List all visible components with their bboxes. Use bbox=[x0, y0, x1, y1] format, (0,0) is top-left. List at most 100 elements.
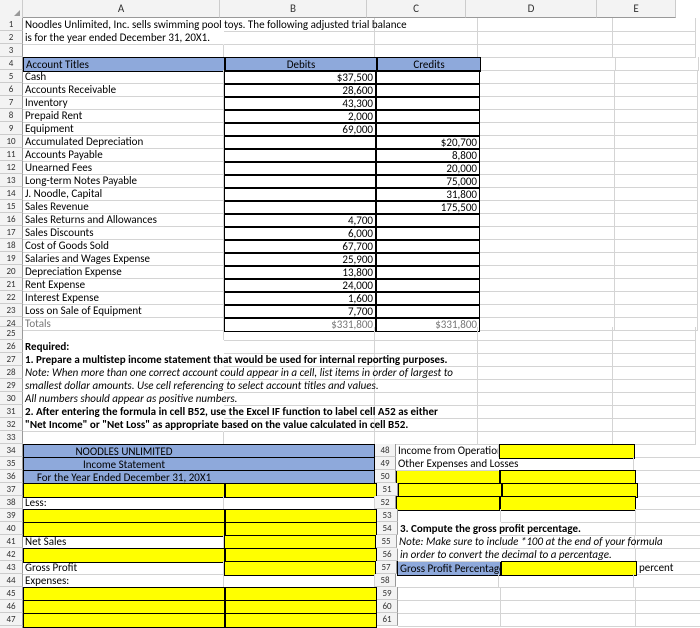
row-header[interactable]: 27 bbox=[0, 353, 23, 366]
row-header[interactable]: 48 bbox=[375, 444, 396, 457]
cell[interactable] bbox=[615, 291, 698, 305]
right-value[interactable] bbox=[499, 574, 634, 588]
cell[interactable] bbox=[478, 18, 613, 32]
row-header[interactable]: 30 bbox=[0, 392, 23, 405]
cell[interactable] bbox=[613, 44, 696, 58]
row-header[interactable]: 1 bbox=[0, 18, 23, 31]
tb-account[interactable]: Accounts Receivable bbox=[23, 83, 224, 97]
cell[interactable] bbox=[478, 44, 613, 58]
tb-account[interactable]: J. Noodle, Capital bbox=[23, 187, 224, 201]
row-header[interactable]: 53 bbox=[377, 509, 398, 522]
row-header[interactable]: 50 bbox=[375, 470, 396, 483]
income-from-operations-label[interactable]: Income from Operations bbox=[396, 444, 499, 458]
right-cell[interactable] bbox=[636, 613, 700, 627]
right-cell[interactable] bbox=[636, 522, 700, 536]
row-header[interactable]: 12 bbox=[0, 161, 23, 174]
cell[interactable] bbox=[480, 70, 615, 84]
row-header[interactable]: 14 bbox=[0, 187, 23, 200]
row-header[interactable]: 16 bbox=[0, 213, 23, 226]
row-header[interactable]: 29 bbox=[0, 379, 23, 392]
cell[interactable] bbox=[480, 200, 615, 214]
cell[interactable] bbox=[478, 366, 613, 380]
cell[interactable] bbox=[23, 44, 224, 58]
cell[interactable] bbox=[224, 392, 375, 406]
col-header-E[interactable]: E bbox=[597, 0, 676, 18]
cell[interactable] bbox=[23, 431, 224, 445]
row-header[interactable]: 15 bbox=[0, 200, 23, 213]
cell[interactable] bbox=[224, 340, 375, 354]
cell[interactable] bbox=[375, 379, 478, 393]
tb-account[interactable]: Sales Returns and Allowances bbox=[23, 213, 224, 227]
net-sales-label[interactable]: Net Sales bbox=[23, 535, 224, 549]
row-header[interactable]: 20 bbox=[0, 265, 23, 278]
row-header[interactable]: 17 bbox=[0, 226, 23, 239]
cell[interactable] bbox=[478, 392, 613, 406]
cell[interactable] bbox=[480, 122, 615, 136]
cell[interactable] bbox=[224, 44, 375, 58]
tb-account[interactable]: Cost of Goods Sold bbox=[23, 239, 224, 253]
q3-heading[interactable]: 3. Compute the gross profit percentage. bbox=[398, 522, 501, 536]
tb-account[interactable]: Interest Expense bbox=[23, 291, 224, 305]
right-cell[interactable] bbox=[634, 574, 700, 588]
tb-account[interactable]: Depreciation Expense bbox=[23, 265, 224, 279]
row-header[interactable]: 21 bbox=[0, 278, 23, 291]
cell[interactable] bbox=[615, 226, 698, 240]
cell[interactable] bbox=[375, 340, 478, 354]
cell[interactable] bbox=[224, 431, 375, 445]
tb-account[interactable]: Prepaid Rent bbox=[23, 109, 224, 123]
select-all-corner[interactable] bbox=[0, 0, 23, 19]
row-header[interactable]: 52 bbox=[375, 496, 396, 509]
cell[interactable] bbox=[480, 148, 615, 162]
row-header[interactable]: 11 bbox=[0, 148, 23, 161]
tb-account[interactable]: Equipment bbox=[23, 122, 224, 136]
row-header[interactable]: 25 bbox=[0, 327, 23, 340]
gross-profit-label[interactable]: Gross Profit bbox=[23, 561, 224, 575]
cell[interactable] bbox=[615, 96, 698, 110]
cell[interactable] bbox=[224, 31, 375, 45]
cell[interactable] bbox=[480, 187, 615, 201]
cell[interactable] bbox=[480, 96, 615, 110]
cell[interactable] bbox=[480, 109, 615, 123]
row-header[interactable]: 35 bbox=[0, 457, 23, 470]
row-header[interactable]: 32 bbox=[0, 418, 23, 431]
cell[interactable] bbox=[615, 187, 698, 201]
cell[interactable] bbox=[375, 31, 478, 45]
cell[interactable] bbox=[613, 340, 696, 354]
row-header[interactable]: 19 bbox=[0, 252, 23, 265]
cell[interactable] bbox=[615, 278, 698, 292]
right-value[interactable] bbox=[499, 457, 634, 471]
cell[interactable] bbox=[478, 418, 613, 432]
row-header[interactable]: 26 bbox=[0, 340, 23, 353]
cell[interactable] bbox=[480, 135, 615, 149]
right-cell[interactable] bbox=[636, 509, 700, 523]
col-header-A[interactable]: A bbox=[23, 0, 220, 18]
cell[interactable] bbox=[615, 70, 698, 84]
tb-account[interactable]: Unearned Fees bbox=[23, 161, 224, 175]
row-header[interactable]: 54 bbox=[377, 522, 398, 535]
row-header[interactable]: 58 bbox=[375, 574, 396, 587]
cell[interactable] bbox=[615, 122, 698, 136]
row-header[interactable]: 31 bbox=[0, 405, 23, 418]
row-header[interactable]: 55 bbox=[376, 535, 397, 548]
cell[interactable] bbox=[478, 379, 613, 393]
row-header[interactable]: 38 bbox=[0, 496, 23, 509]
cell[interactable] bbox=[480, 252, 615, 266]
required-heading[interactable]: Required: bbox=[23, 340, 224, 354]
row-header[interactable]: 41 bbox=[0, 535, 23, 548]
intro-text-2[interactable]: is for the year ended December 31, 20X1. bbox=[23, 31, 224, 45]
row-header[interactable]: 22 bbox=[0, 291, 23, 304]
row-header[interactable]: 3 bbox=[0, 44, 23, 57]
row-header[interactable]: 4 bbox=[0, 57, 23, 70]
cell[interactable] bbox=[478, 327, 613, 341]
row-header[interactable]: 34 bbox=[0, 444, 23, 457]
row-header[interactable]: 36 bbox=[0, 470, 23, 483]
row-header[interactable]: 60 bbox=[377, 600, 398, 613]
q3-note[interactable]: Note: Make sure to include *100 at the e… bbox=[397, 535, 500, 549]
row-header[interactable]: 13 bbox=[0, 174, 23, 187]
right-cell[interactable] bbox=[638, 483, 700, 497]
intro-text[interactable]: Noodles Unlimited, Inc. sells swimming p… bbox=[23, 18, 224, 32]
row-header[interactable]: 18 bbox=[0, 239, 23, 252]
row-header[interactable]: 7 bbox=[0, 96, 23, 109]
row-header[interactable]: 37 bbox=[0, 483, 23, 496]
cell[interactable] bbox=[480, 83, 615, 97]
